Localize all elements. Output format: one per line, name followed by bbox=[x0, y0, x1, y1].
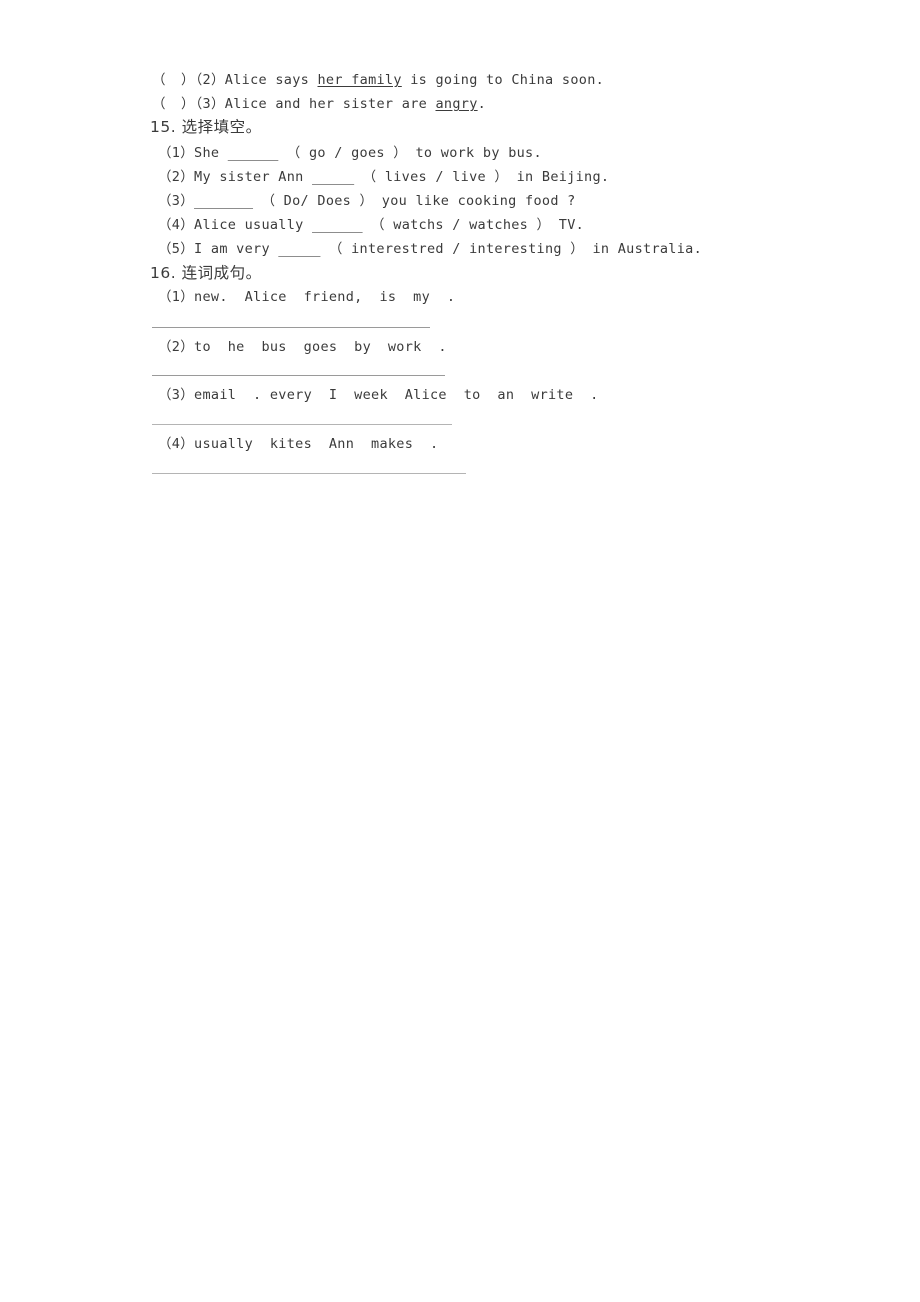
item-text-before: I am very bbox=[194, 241, 279, 257]
item-text-after: （ go / goes ） to work by bus. bbox=[278, 145, 542, 161]
section-16-heading: 16. 连词成句。 bbox=[150, 264, 262, 282]
section-15-item-4: （4）Alice usually ______ （ watchs / watch… bbox=[158, 217, 584, 234]
fill-in-blank[interactable]: _____ bbox=[312, 169, 354, 185]
worksheet-page: （ ）（2）Alice says her family is going to … bbox=[0, 0, 920, 1302]
fill-in-blank[interactable]: _____ bbox=[278, 241, 320, 257]
section-15-item-5: （5）I am very _____ （ interestred / inter… bbox=[158, 241, 702, 258]
item-words: usually kites Ann makes . bbox=[194, 436, 439, 452]
section-16-item-3: （3）email . every I week Alice to an writ… bbox=[158, 387, 599, 404]
judge-item-3-underlined: angry bbox=[435, 96, 478, 112]
judge-item-3-text-before: Alice and her sister are bbox=[224, 96, 436, 112]
fill-in-blank[interactable]: ______ bbox=[312, 217, 363, 233]
section-16-item-1: （1）new. Alice friend, is my . bbox=[158, 289, 455, 306]
section-15-heading: 15. 选择填空。 bbox=[150, 118, 262, 136]
item-text-after: （ interestred / interesting ） in Austral… bbox=[320, 241, 703, 257]
section-15-item-1: （1）She ______ （ go / goes ） to work by b… bbox=[158, 145, 542, 162]
item-text-before: Alice usually bbox=[194, 217, 313, 233]
item-number: （4） bbox=[158, 217, 195, 233]
item-words: email . every I week Alice to an write . bbox=[194, 387, 599, 403]
judge-item-2-underlined: her family bbox=[317, 72, 402, 88]
judge-item-2-number: （2） bbox=[195, 72, 225, 88]
judge-item-3-number: （3） bbox=[195, 96, 225, 112]
fill-in-blank[interactable]: _______ bbox=[194, 193, 253, 209]
section-15-item-3: （3）_______ （ Do/ Does ） you like cooking… bbox=[158, 193, 576, 210]
item-number: （3） bbox=[158, 387, 195, 403]
judge-item-2-text-after: is going to China soon. bbox=[401, 72, 605, 88]
item-number: （2） bbox=[158, 339, 195, 355]
answer-line-3[interactable] bbox=[152, 424, 452, 425]
item-text-before: My sister Ann bbox=[194, 169, 313, 185]
item-text-after: （ lives / live ） in Beijing. bbox=[354, 169, 610, 185]
item-number: （3） bbox=[158, 193, 195, 209]
item-words: to he bus goes by work . bbox=[194, 339, 447, 355]
item-number: （1） bbox=[158, 145, 195, 161]
judge-item-3: （ ）（3）Alice and her sister are angry. bbox=[152, 96, 486, 113]
item-number: （2） bbox=[158, 169, 195, 185]
item-number: （5） bbox=[158, 241, 195, 257]
item-number: （1） bbox=[158, 289, 195, 305]
section-16-item-2: （2）to he bus goes by work . bbox=[158, 339, 447, 356]
item-number: （4） bbox=[158, 436, 195, 452]
section-15-item-2: （2）My sister Ann _____ （ lives / live ） … bbox=[158, 169, 609, 186]
item-words: new. Alice friend, is my . bbox=[194, 289, 456, 305]
item-text-after: （ Do/ Does ） you like cooking food ? bbox=[253, 193, 576, 209]
judge-item-2-text-before: Alice says bbox=[224, 72, 318, 88]
judge-item-3-text-after: . bbox=[477, 96, 487, 112]
judge-bracket: （ ） bbox=[152, 96, 196, 112]
fill-in-blank[interactable]: ______ bbox=[228, 145, 279, 161]
judge-item-2: （ ）（2）Alice says her family is going to … bbox=[152, 72, 604, 89]
answer-line-1[interactable] bbox=[152, 327, 430, 328]
section-16-item-4: （4）usually kites Ann makes . bbox=[158, 436, 438, 453]
answer-line-4[interactable] bbox=[152, 473, 466, 474]
judge-bracket: （ ） bbox=[152, 72, 196, 88]
item-text-before: She bbox=[194, 145, 228, 161]
item-text-after: （ watchs / watches ） TV. bbox=[362, 217, 585, 233]
answer-line-2[interactable] bbox=[152, 375, 445, 376]
